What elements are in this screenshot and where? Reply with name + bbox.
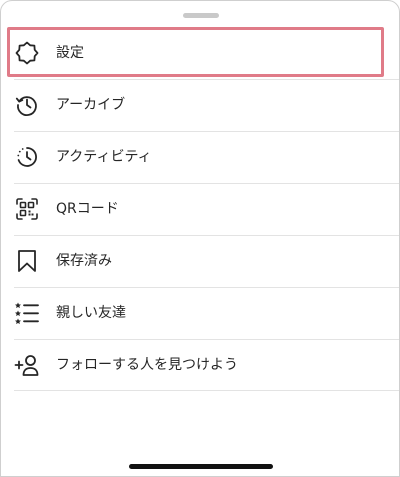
activity-clock-icon xyxy=(14,144,40,170)
bookmark-icon xyxy=(14,248,40,274)
menu-item-activity[interactable]: アクティビティ xyxy=(1,131,399,183)
menu-item-label: アクティビティ xyxy=(56,149,152,165)
menu-item-label: 親しい友達 xyxy=(56,305,126,321)
menu-list: 設定 アーカイブ アクティビティ QRコード 保存済み 親しい友達 フォローする… xyxy=(1,27,399,391)
menu-item-close-friends[interactable]: 親しい友達 xyxy=(1,287,399,339)
archive-history-icon xyxy=(14,92,40,118)
close-friends-list-icon xyxy=(14,300,40,326)
menu-item-label: QRコード xyxy=(56,201,119,217)
menu-item-settings[interactable]: 設定 xyxy=(1,27,399,79)
menu-item-qr-code[interactable]: QRコード xyxy=(1,183,399,235)
add-person-icon xyxy=(14,352,40,378)
menu-item-label: アーカイブ xyxy=(56,97,126,113)
sheet-grabber[interactable] xyxy=(183,13,219,18)
menu-item-label: フォローする人を見つけよう xyxy=(56,357,238,373)
menu-item-saved[interactable]: 保存済み xyxy=(1,235,399,287)
menu-item-archive[interactable]: アーカイブ xyxy=(1,79,399,131)
menu-item-label: 保存済み xyxy=(56,253,112,269)
qr-code-icon xyxy=(14,196,40,222)
menu-item-label: 設定 xyxy=(56,45,84,61)
home-indicator xyxy=(129,464,273,469)
bottom-sheet: 設定 アーカイブ アクティビティ QRコード 保存済み 親しい友達 フォローする… xyxy=(0,0,400,477)
gear-icon xyxy=(14,40,40,66)
menu-item-discover-people[interactable]: フォローする人を見つけよう xyxy=(1,339,399,391)
